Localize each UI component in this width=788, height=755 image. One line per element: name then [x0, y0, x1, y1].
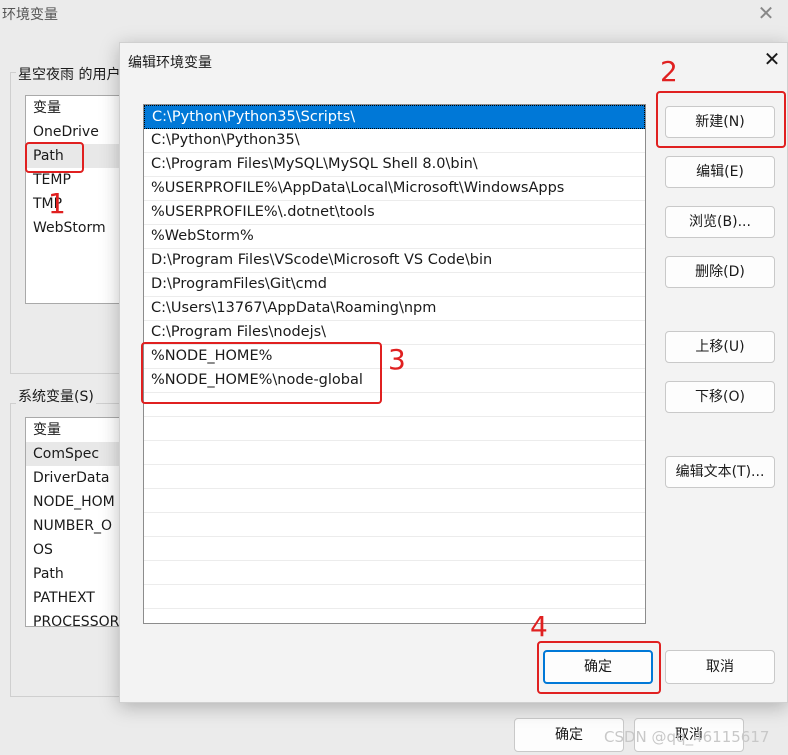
empty-row: [144, 465, 645, 489]
path-entry[interactable]: C:\Users\13767\AppData\Roaming\npm: [144, 297, 645, 321]
path-entry[interactable]: %WebStorm%: [144, 225, 645, 249]
cancel-button[interactable]: 取消: [665, 650, 775, 684]
dialog-title: 编辑环境变量: [128, 55, 212, 71]
path-entry[interactable]: C:\Python\Python35\: [144, 129, 645, 153]
system-variables-label: 系统变量(S): [16, 386, 96, 406]
user-variables-label: 星空夜雨 的用户: [16, 64, 123, 84]
annotation-step-1: 1: [48, 187, 66, 220]
annotation-box-ok: [537, 641, 661, 694]
edit-button[interactable]: 编辑(E): [665, 156, 775, 188]
annotation-step-2: 2: [660, 55, 678, 88]
empty-row: [144, 513, 645, 537]
empty-row: [144, 561, 645, 585]
browse-button[interactable]: 浏览(B)...: [665, 206, 775, 238]
empty-row: [144, 417, 645, 441]
delete-button[interactable]: 删除(D): [665, 256, 775, 288]
annotation-step-3: 3: [388, 343, 406, 376]
move-up-button[interactable]: 上移(U): [665, 331, 775, 363]
empty-row: [144, 537, 645, 561]
annotation-box-new: [656, 91, 786, 148]
path-entry[interactable]: C:\Python\Python35\Scripts\: [144, 105, 645, 129]
path-entry[interactable]: C:\Program Files\MySQL\MySQL Shell 8.0\b…: [144, 153, 645, 177]
path-entry[interactable]: %USERPROFILE%\.dotnet\tools: [144, 201, 645, 225]
empty-row: [144, 489, 645, 513]
edit-text-button[interactable]: 编辑文本(T)...: [665, 456, 775, 488]
annotation-step-4: 4: [530, 610, 548, 643]
empty-row: [144, 441, 645, 465]
path-entry[interactable]: %USERPROFILE%\AppData\Local\Microsoft\Wi…: [144, 177, 645, 201]
move-down-button[interactable]: 下移(O): [665, 381, 775, 413]
annotation-box-node-entries: [141, 342, 382, 404]
watermark: CSDN @qq_46115617: [604, 728, 770, 746]
close-icon[interactable]: ✕: [755, 2, 777, 24]
window-title: 环境变量: [2, 7, 58, 23]
annotation-box-path: [25, 142, 84, 173]
empty-row: [144, 585, 645, 609]
path-entry[interactable]: D:\Program Files\VScode\Microsoft VS Cod…: [144, 249, 645, 273]
close-icon[interactable]: ✕: [761, 48, 783, 70]
path-entry[interactable]: D:\ProgramFiles\Git\cmd: [144, 273, 645, 297]
